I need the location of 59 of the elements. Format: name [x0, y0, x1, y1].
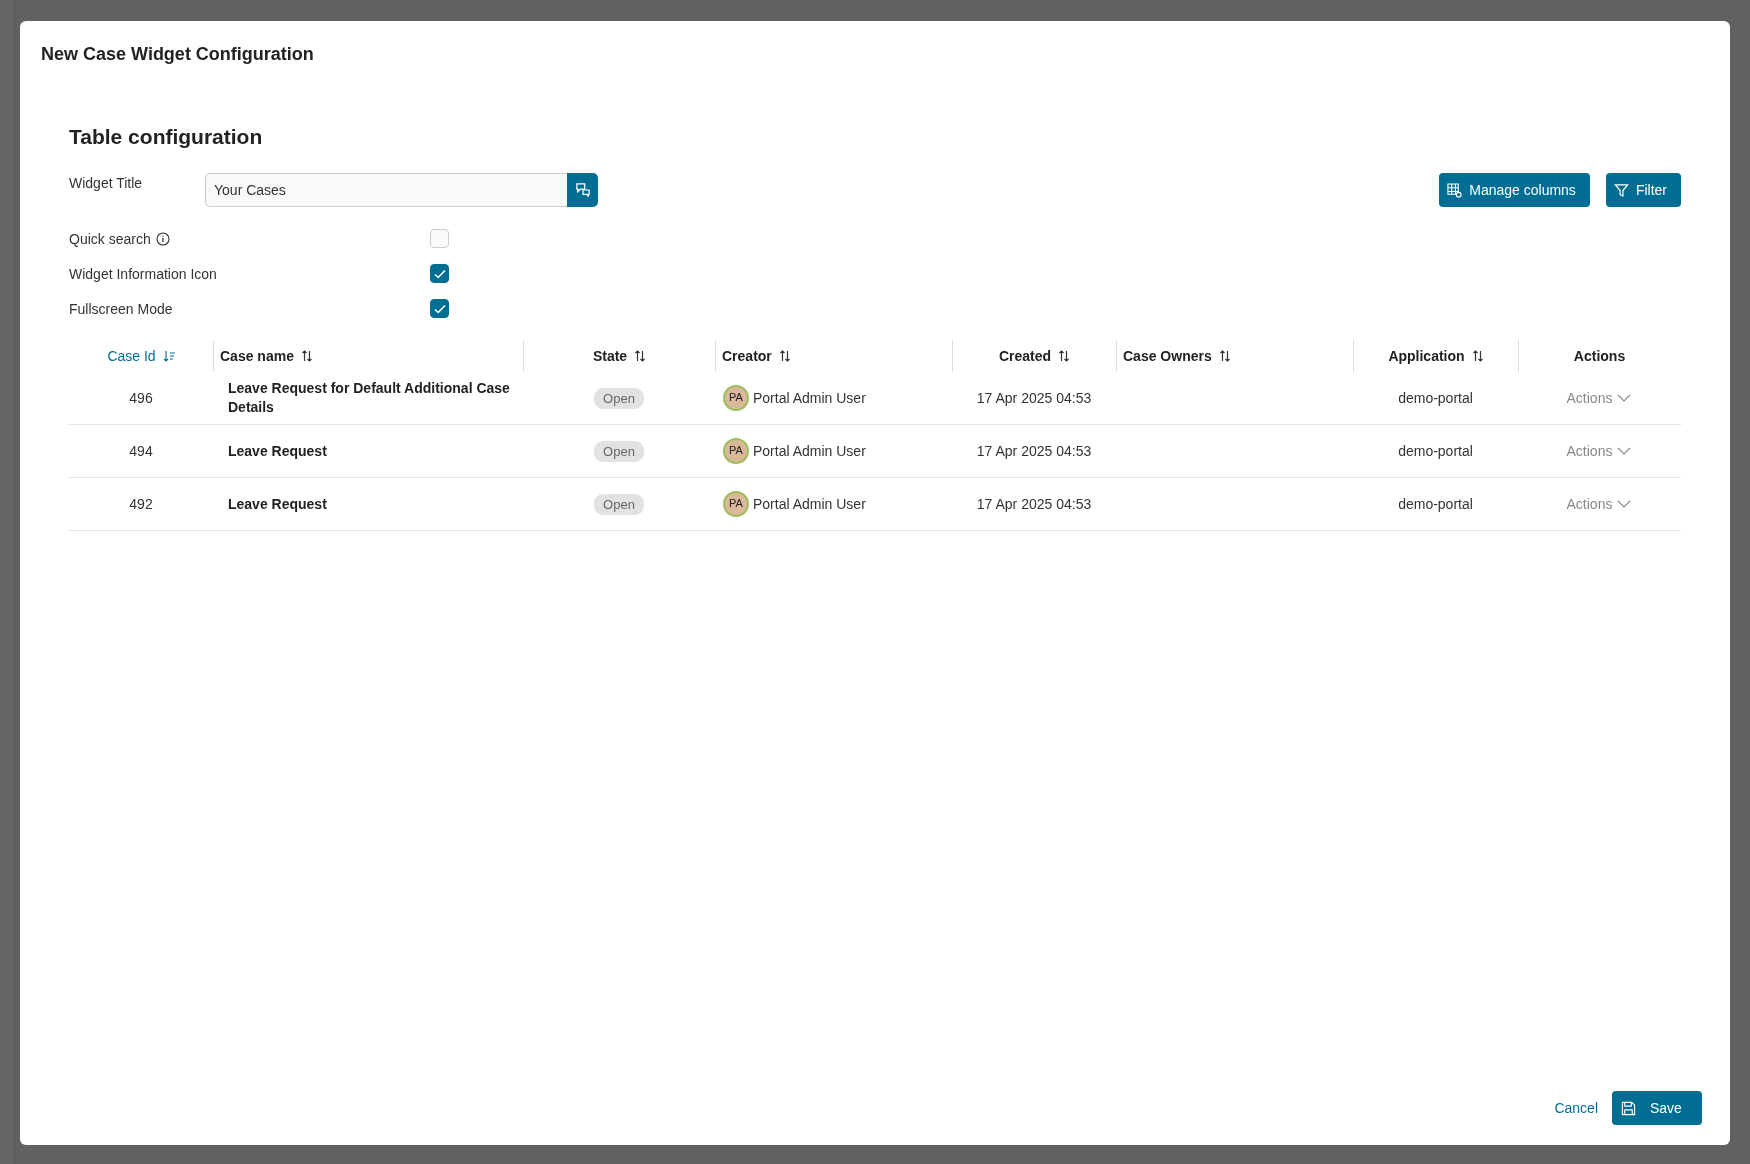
avatar: PA: [723, 438, 749, 464]
checkbox[interactable]: [430, 264, 449, 283]
column-header[interactable]: Case Id: [107, 348, 156, 364]
column-header[interactable]: State: [592, 348, 628, 364]
column-header[interactable]: Created: [998, 348, 1052, 364]
creator-name: Portal Admin User: [753, 443, 866, 459]
chat-bubbles-icon: [575, 183, 590, 197]
option-label: Fullscreen Mode: [69, 300, 173, 317]
case-name: Leave Request: [228, 494, 327, 514]
sort-icon[interactable]: [300, 350, 313, 362]
option-label: Quick search: [69, 230, 151, 247]
sort-icon[interactable]: [1058, 350, 1071, 362]
checkbox[interactable]: [430, 299, 449, 318]
chevron-down-icon: [1617, 447, 1632, 455]
column-header[interactable]: Case name: [220, 348, 294, 364]
table-cell: demo-portal: [1398, 496, 1473, 512]
table-cell: 17 Apr 2025 04:53: [976, 443, 1092, 459]
option-label: Widget Information Icon: [69, 265, 217, 282]
sort-descending-icon[interactable]: [162, 350, 175, 362]
actions-dropdown[interactable]: Actions: [1560, 442, 1638, 460]
filter-button[interactable]: Filter: [1605, 173, 1681, 207]
table-cell: 492: [129, 496, 153, 512]
state-badge: Open: [594, 493, 644, 515]
avatar: PA: [723, 491, 749, 517]
table-cell: 496: [129, 390, 153, 406]
chevron-down-icon: [1617, 500, 1632, 508]
funnel-icon: [1613, 182, 1629, 198]
sort-icon[interactable]: [1471, 350, 1484, 362]
actions-dropdown[interactable]: Actions: [1560, 495, 1638, 513]
table-gear-icon: [1447, 182, 1463, 198]
manage-columns-button[interactable]: Manage columns: [1439, 173, 1590, 207]
table-cell: 494: [129, 443, 153, 459]
case-name: Leave Request: [228, 441, 327, 461]
table-cell: demo-portal: [1398, 390, 1473, 406]
sort-icon[interactable]: [778, 350, 791, 362]
save-button[interactable]: Save: [1612, 1091, 1702, 1125]
state-badge: Open: [594, 440, 644, 462]
chevron-down-icon: [1617, 394, 1632, 402]
cancel-link[interactable]: Cancel: [1548, 1099, 1604, 1117]
creator-name: Portal Admin User: [753, 496, 866, 512]
column-header: Actions: [1573, 348, 1626, 364]
state-badge: Open: [594, 387, 644, 409]
column-header[interactable]: Application: [1388, 348, 1465, 364]
title-field[interactable]: Your Cases: [205, 173, 567, 207]
sort-icon[interactable]: [634, 350, 647, 362]
table-cell: 17 Apr 2025 04:53: [976, 496, 1092, 512]
section-title: Table configuration: [69, 125, 264, 149]
actions-dropdown[interactable]: Actions: [1560, 389, 1638, 407]
field-label: Widget Title: [69, 174, 144, 191]
table-cell: 17 Apr 2025 04:53: [976, 390, 1092, 406]
column-header[interactable]: Case Owners: [1123, 348, 1212, 364]
creator-name: Portal Admin User: [753, 390, 866, 406]
column-header[interactable]: Creator: [722, 348, 772, 364]
sort-icon[interactable]: [1218, 350, 1231, 362]
case-name: Leave Request for Default Additional Case Details: [228, 379, 511, 417]
table-cell: demo-portal: [1398, 443, 1473, 459]
translate-button[interactable]: [567, 173, 598, 207]
avatar: PA: [723, 385, 749, 411]
dialog-title: New Case Widget Configuration: [40, 43, 315, 65]
